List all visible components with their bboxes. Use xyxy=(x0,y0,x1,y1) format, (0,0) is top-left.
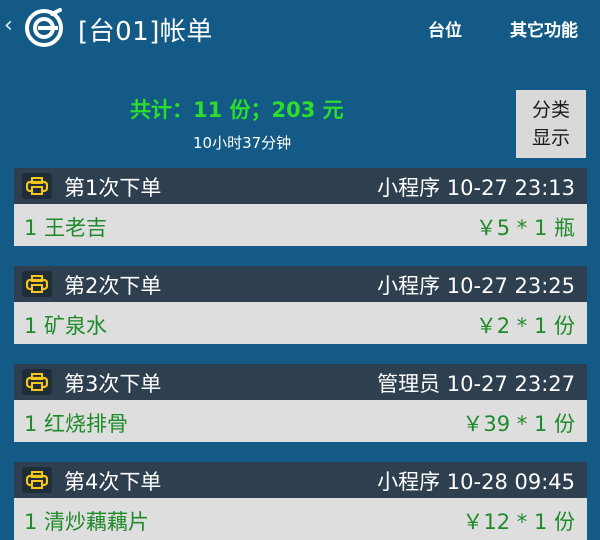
order-meta: 小程序 10-27 23:13 xyxy=(377,176,575,200)
item-name: 1 矿泉水 xyxy=(24,314,108,338)
order-card: 第3次下单 管理员 10-27 23:27 1 红烧排骨 ￥39 * 1 份 xyxy=(14,364,587,442)
order-header: 第1次下单 小程序 10-27 23:13 xyxy=(14,168,587,204)
category-btn-line2: 显示 xyxy=(531,127,570,149)
logo-icon xyxy=(25,8,63,47)
order-card: 第4次下单 小程序 10-28 09:45 1 清炒藕藕片 ￥12 * 1 份 xyxy=(14,462,587,540)
order-card: 第2次下单 小程序 10-27 23:25 1 矿泉水 ￥2 * 1 份 xyxy=(14,266,587,344)
item-price: ￥39 * 1 份 xyxy=(462,412,575,436)
bill-total: 共计：11 份；203 元 xyxy=(130,98,344,122)
order-item-row[interactable]: 1 清炒藕藕片 ￥12 * 1 份 xyxy=(14,498,587,540)
order-title: 第2次下单 xyxy=(64,274,162,298)
category-display-button[interactable]: 分类 显示 xyxy=(516,90,586,158)
order-item-row[interactable]: 1 王老吉 ￥5 * 1 瓶 xyxy=(14,204,587,246)
order-header: 第2次下单 小程序 10-27 23:25 xyxy=(14,266,587,302)
back-chevron-icon[interactable]: ‹ xyxy=(4,13,13,38)
category-btn-line1: 分类 xyxy=(531,99,570,121)
order-title: 第1次下单 xyxy=(64,176,162,200)
printer-icon[interactable] xyxy=(22,271,52,297)
order-item-row[interactable]: 1 矿泉水 ￥2 * 1 份 xyxy=(14,302,587,344)
order-item-row[interactable]: 1 红烧排骨 ￥39 * 1 份 xyxy=(14,400,587,442)
top-bar: ‹ [台01]帐单 台位 其它功能 xyxy=(0,0,600,56)
printer-icon[interactable] xyxy=(22,467,52,493)
order-title: 第4次下单 xyxy=(64,470,162,494)
order-header: 第3次下单 管理员 10-27 23:27 xyxy=(14,364,587,400)
order-card: 第1次下单 小程序 10-27 23:13 1 王老吉 ￥5 * 1 瓶 xyxy=(14,168,587,246)
item-name: 1 王老吉 xyxy=(24,216,108,240)
order-meta: 小程序 10-27 23:25 xyxy=(377,274,575,298)
order-title: 第3次下单 xyxy=(64,372,162,396)
order-meta: 管理员 10-27 23:27 xyxy=(377,372,575,396)
order-header: 第4次下单 小程序 10-28 09:45 xyxy=(14,462,587,498)
item-price: ￥12 * 1 份 xyxy=(462,510,575,534)
order-meta: 小程序 10-28 09:45 xyxy=(377,470,575,494)
printer-icon[interactable] xyxy=(22,369,52,395)
item-price: ￥5 * 1 瓶 xyxy=(475,216,575,240)
printer-icon[interactable] xyxy=(22,173,52,199)
item-name: 1 红烧排骨 xyxy=(24,412,129,436)
table-position-button[interactable]: 台位 xyxy=(428,16,462,41)
other-functions-button[interactable]: 其它功能 xyxy=(510,16,578,41)
item-name: 1 清炒藕藕片 xyxy=(24,510,150,534)
bill-duration: 10小时37分钟 xyxy=(193,134,292,152)
item-price: ￥2 * 1 份 xyxy=(475,314,575,338)
page-title: [台01]帐单 xyxy=(78,17,213,47)
